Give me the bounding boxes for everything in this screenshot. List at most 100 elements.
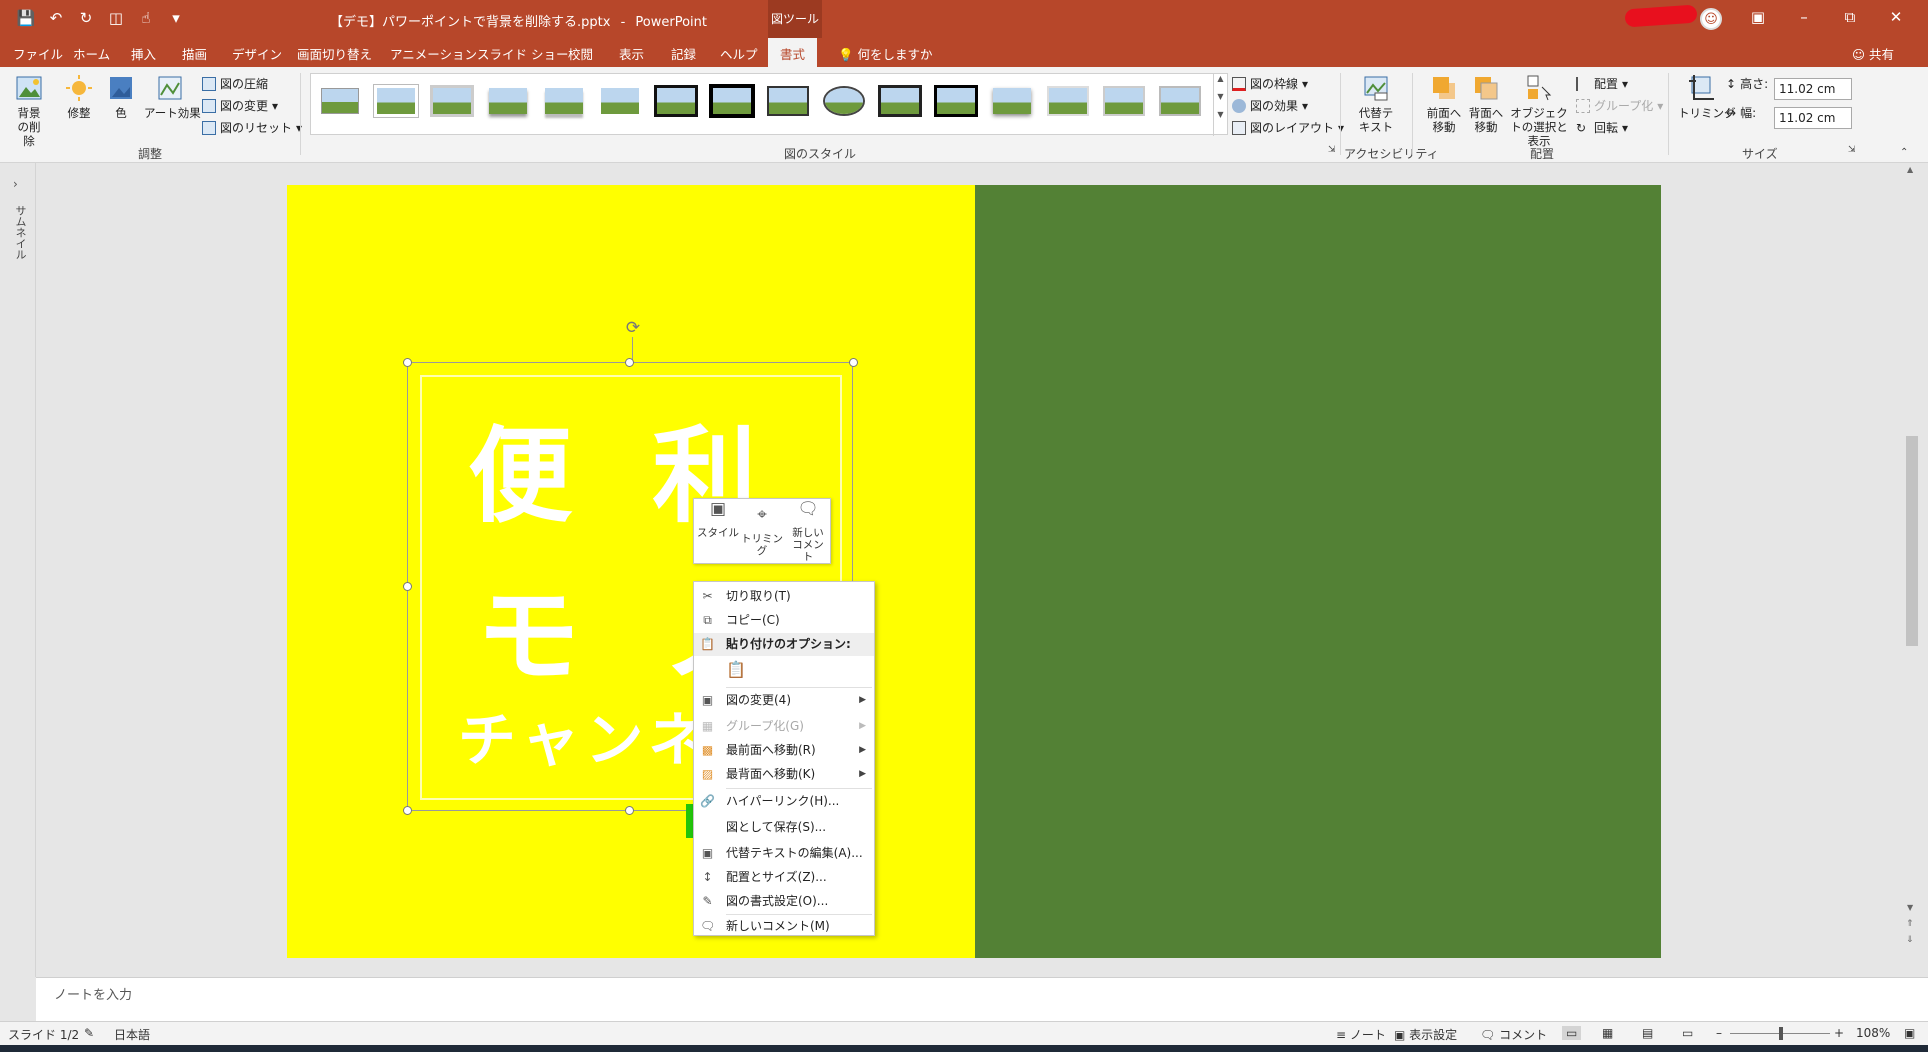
minimize-icon[interactable]: – [1788, 8, 1820, 30]
language-indicator[interactable]: 日本語 [114, 1026, 150, 1043]
resize-handle[interactable] [403, 358, 412, 367]
reset-picture-button[interactable]: 図のリセット▾ [202, 119, 302, 136]
resize-handle[interactable] [625, 806, 634, 815]
tab-animations[interactable]: アニメーション [390, 44, 477, 63]
reading-view-icon[interactable]: ▤ [1642, 1026, 1653, 1040]
bring-forward-button[interactable]: 前面へ移動 [1424, 73, 1464, 134]
tab-home[interactable]: ホーム [73, 44, 110, 63]
height-input[interactable]: 11.02 cm [1774, 78, 1852, 100]
resize-handle[interactable] [403, 806, 412, 815]
zoom-in-icon[interactable]: + [1834, 1026, 1844, 1040]
change-picture-button[interactable]: 図の変更 ▾ [202, 97, 278, 114]
normal-view-icon[interactable]: ▭ [1562, 1026, 1582, 1040]
menu-paste-option-picture[interactable]: 📋 [694, 656, 874, 686]
style-thumb[interactable] [821, 84, 867, 118]
color-button[interactable]: 色 [106, 73, 136, 120]
group-objects-button[interactable]: グループ化 ▾ [1576, 97, 1663, 114]
tab-help[interactable]: ヘルプ [720, 44, 758, 63]
style-thumb[interactable] [1157, 84, 1203, 118]
save-icon[interactable]: 💾 [14, 6, 38, 30]
rotate-button[interactable]: ↻ 回転 ▾ [1576, 119, 1628, 136]
style-thumb[interactable] [989, 84, 1035, 118]
resize-handle[interactable] [849, 358, 858, 367]
style-thumb[interactable] [429, 84, 475, 118]
thumbnail-pane-collapsed[interactable]: › [0, 163, 36, 977]
style-thumb[interactable] [709, 84, 755, 118]
expand-thumbnails-icon[interactable]: › [13, 177, 18, 191]
menu-copy[interactable]: ⧉ コピー(C) [694, 609, 874, 632]
menu-group[interactable]: ▦ グループ化(G) ▶ [694, 715, 874, 738]
collapse-ribbon-icon[interactable]: ⌃ [1900, 147, 1908, 158]
gallery-scroll[interactable]: ▲ ▼ ▼ [1213, 74, 1227, 136]
style-thumb[interactable] [541, 84, 587, 118]
previous-slide-icon[interactable]: ⇑ [1906, 919, 1914, 929]
rotate-handle-icon[interactable]: ⟳ [622, 318, 644, 340]
menu-cut[interactable]: ✂ 切り取り(T) [694, 585, 874, 608]
customize-qat-icon[interactable]: ▾ [164, 6, 188, 30]
style-thumb[interactable] [1101, 84, 1147, 118]
style-thumb[interactable] [765, 84, 811, 118]
tab-view[interactable]: 表示 [619, 44, 644, 63]
menu-change-picture[interactable]: ▣ 図の変更(4) ▶ [694, 689, 874, 712]
tell-me-search[interactable]: 💡 何をしますか [838, 44, 933, 63]
corrections-button[interactable]: 修整 [62, 73, 96, 120]
style-thumb[interactable] [485, 84, 531, 118]
menu-send-to-back[interactable]: ▨ 最背面へ移動(K) ▶ [694, 763, 874, 786]
tab-review[interactable]: 校閲 [568, 44, 593, 63]
menu-save-as-picture[interactable]: 図として保存(S)... [694, 816, 874, 839]
style-thumb[interactable] [597, 84, 643, 118]
tab-insert[interactable]: 挿入 [131, 44, 156, 63]
notes-pane[interactable]: ノートを入力 [36, 977, 1928, 1021]
artistic-effects-button[interactable]: アート効果 [144, 73, 201, 120]
vertical-scrollbar[interactable]: ▲ ▼ ⇑ ⇓ [1903, 163, 1920, 953]
menu-edit-alt-text[interactable]: ▣ 代替テキストの編集(A)... [694, 842, 874, 865]
width-input[interactable]: 11.02 cm [1774, 107, 1852, 129]
slide-sorter-icon[interactable]: ▦ [1602, 1026, 1613, 1040]
picture-effects-button[interactable]: 図の効果 ▾ [1232, 97, 1308, 114]
alt-text-button[interactable]: 代替テキスト [1356, 73, 1396, 134]
spellcheck-icon[interactable]: ✎ [84, 1026, 94, 1040]
notes-toggle[interactable]: ≡ ノート [1336, 1026, 1386, 1043]
style-thumb[interactable] [373, 84, 419, 118]
fit-slide-icon[interactable]: ▣ [1904, 1026, 1915, 1040]
zoom-level[interactable]: 108% [1856, 1026, 1890, 1040]
mini-style-button[interactable]: ▣ スタイル [696, 501, 740, 540]
size-launcher-icon[interactable]: ⇲ [1848, 145, 1856, 155]
zoom-out-icon[interactable]: – [1716, 1026, 1722, 1040]
picture-layout-button[interactable]: 図のレイアウト ▾ [1232, 119, 1344, 136]
comments-button[interactable]: 🗨 コメント [1480, 1026, 1547, 1043]
restore-icon[interactable]: ⧉ [1834, 8, 1866, 30]
mini-crop-button[interactable]: ⌖ トリミング [740, 507, 784, 558]
mini-new-comment-button[interactable]: 🗨 新しいコメント [786, 501, 830, 564]
compress-pictures-button[interactable]: 図の圧縮 [202, 75, 268, 92]
menu-new-comment[interactable]: 🗨 新しいコメント(M) [694, 915, 874, 938]
menu-hyperlink[interactable]: 🔗 ハイパーリンク(H)... [694, 790, 874, 813]
tab-record[interactable]: 記録 [671, 44, 696, 63]
touch-mode-icon[interactable]: ☝ [134, 6, 158, 30]
close-icon[interactable]: ✕ [1880, 8, 1912, 30]
redo-icon[interactable]: ↻ [74, 6, 98, 30]
presentation-icon[interactable]: ◫ [104, 6, 128, 30]
tab-file[interactable]: ファイル [13, 44, 63, 63]
tab-transitions[interactable]: 画面切り替え [297, 44, 372, 63]
tab-design[interactable]: デザイン [232, 44, 282, 63]
display-settings-button[interactable]: ▣ 表示設定 [1394, 1026, 1457, 1043]
slideshow-view-icon[interactable]: ▭ [1682, 1026, 1693, 1040]
menu-size-position[interactable]: ↕ 配置とサイズ(Z)... [694, 866, 874, 889]
scrollbar-thumb[interactable] [1906, 436, 1918, 646]
account-avatar-icon[interactable]: ☺ [1700, 8, 1722, 30]
style-thumb[interactable] [317, 84, 363, 118]
remove-background-button[interactable]: 背景の削除 [8, 73, 50, 148]
selection-pane-button[interactable]: オブジェクトの選択と表示 [1508, 73, 1570, 148]
crop-button[interactable]: トリミング [1678, 73, 1736, 120]
ribbon-display-options-icon[interactable]: ▣ [1742, 8, 1774, 30]
tab-draw[interactable]: 描画 [182, 44, 207, 63]
picture-styles-gallery[interactable]: ▲ ▼ ▼ [310, 73, 1228, 136]
menu-format-picture[interactable]: ✎ 図の書式設定(O)... [694, 890, 874, 913]
slide-canvas[interactable]: ⟳ 便 利 モ ノ チャンネ [287, 185, 1661, 958]
scroll-up-icon[interactable]: ▲ [1907, 165, 1913, 174]
style-thumb[interactable] [877, 84, 923, 118]
resize-handle[interactable] [625, 358, 634, 367]
zoom-slider-thumb[interactable] [1779, 1027, 1783, 1040]
next-slide-icon[interactable]: ⇓ [1906, 935, 1914, 945]
